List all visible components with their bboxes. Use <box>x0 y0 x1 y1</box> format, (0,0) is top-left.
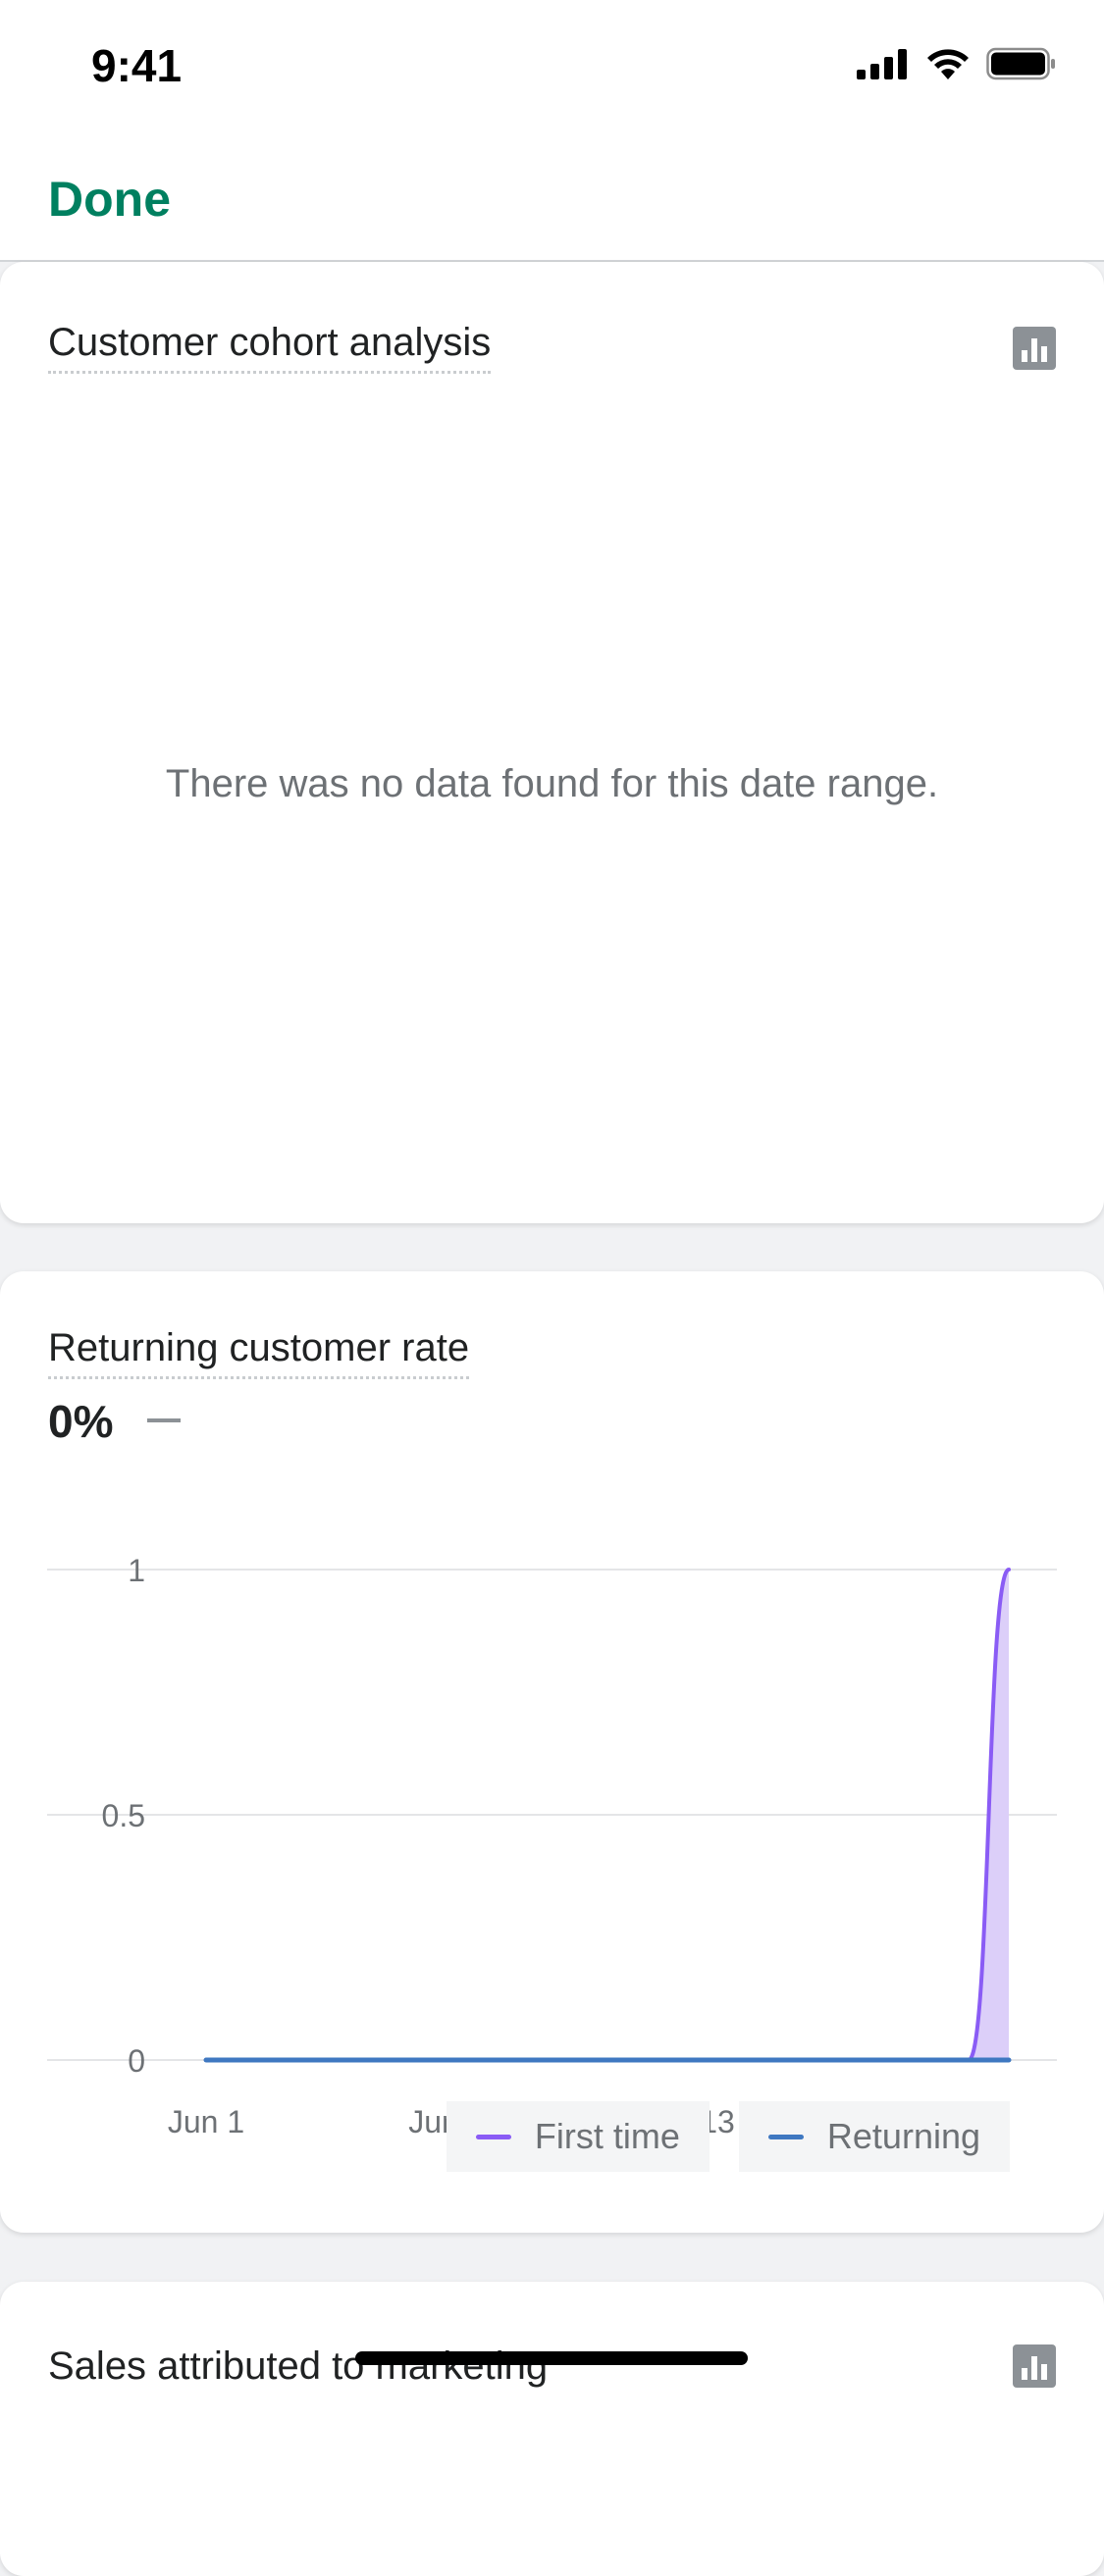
wifi-icon <box>927 49 969 79</box>
status-bar: 9:41 <box>0 0 1104 137</box>
bar-chart-icon[interactable] <box>1013 327 1056 370</box>
done-button[interactable]: Done <box>48 171 171 228</box>
cohort-card-title[interactable]: Customer cohort analysis <box>48 321 492 374</box>
battery-icon <box>986 47 1055 80</box>
legend-label-first-time: First time <box>534 2116 680 2156</box>
returning-rate-value: 0% <box>48 1396 114 1447</box>
status-time: 9:41 <box>91 40 183 91</box>
x-tick-label: Jun 1 <box>168 2104 244 2139</box>
status-icons <box>857 47 1057 80</box>
bar-chart-icon[interactable] <box>1013 2344 1056 2388</box>
returning-rate-card: Returning customer rate 0% 0 0.5 1 Jun 1 Jun… <box>0 1271 1104 2233</box>
legend-swatch-returning <box>767 2134 804 2139</box>
sales-attribution-card: Sales attributed to marketing <box>0 2282 1104 2576</box>
legend-item-first-time[interactable]: First time <box>446 2101 710 2172</box>
navbar: Done <box>0 137 1104 262</box>
legend-item-returning[interactable]: Returning <box>738 2101 1010 2172</box>
cohort-card: Customer cohort analysis There was no da… <box>0 262 1104 1223</box>
returning-rate-title[interactable]: Returning customer rate <box>48 1326 470 1379</box>
change-indicator-dash <box>147 1418 181 1422</box>
legend-swatch-first-time <box>475 2134 511 2139</box>
y-tick-label: 1 <box>128 1553 145 1588</box>
chart-legend: First time Returning <box>446 2101 1010 2172</box>
y-tick-label: 0 <box>128 2043 145 2079</box>
empty-state-message: There was no data found for this date ra… <box>165 762 939 805</box>
y-tick-label: 0.5 <box>102 1798 145 1833</box>
home-indicator[interactable] <box>355 2351 748 2365</box>
legend-label-returning: Returning <box>826 2116 980 2156</box>
cellular-signal-icon <box>857 49 907 79</box>
